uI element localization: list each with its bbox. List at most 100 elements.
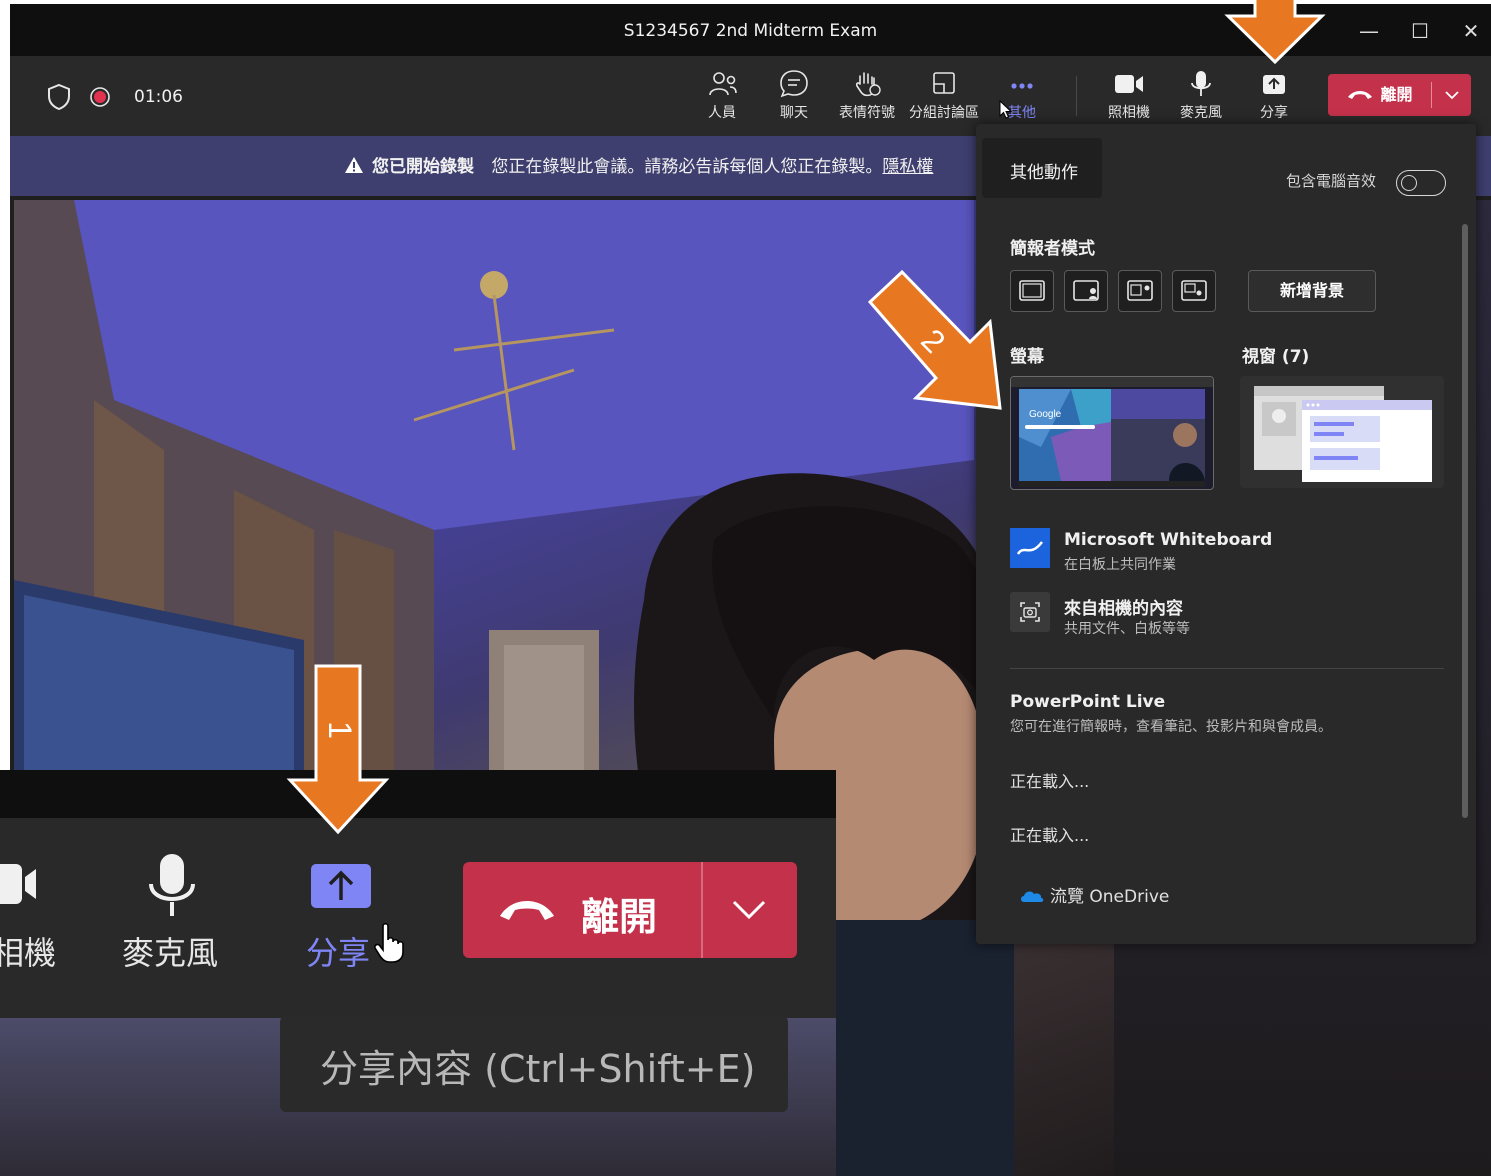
more-button[interactable]: 其他: [986, 68, 1058, 132]
chat-icon: [780, 70, 808, 98]
hang-up-icon: [1348, 91, 1373, 99]
breakout-rooms-label: 分組討論區: [909, 105, 979, 121]
screen-share-thumbnail[interactable]: Google: [1010, 376, 1214, 490]
camera-icon: [1115, 75, 1143, 93]
camera-content-icon: [1010, 592, 1050, 632]
chat-button[interactable]: 聊天: [758, 68, 830, 132]
arrow-to-share-button: [1224, 0, 1326, 65]
whiteboard-subtitle: 在白板上共同作業: [1064, 557, 1176, 573]
chevron-down-icon: [1444, 91, 1459, 100]
people-label: 人員: [708, 105, 736, 121]
people-icon: [709, 72, 737, 96]
whiteboard-title[interactable]: Microsoft Whiteboard: [1064, 530, 1272, 550]
presenter-mode-content-only[interactable]: [1010, 270, 1054, 312]
microphone-button[interactable]: 麥克風: [1165, 68, 1237, 132]
toolbar-divider: [1076, 76, 1077, 116]
recording-icon: [90, 87, 110, 107]
powerpoint-description: 您可在進行簡報時，查看筆記、投影片和與會成員。: [1010, 719, 1332, 735]
chevron-down-icon: [732, 900, 766, 920]
include-audio-toggle[interactable]: [1396, 170, 1446, 196]
onedrive-icon: [1021, 891, 1044, 902]
camera-content-title[interactable]: 來自相機的內容: [1064, 594, 1183, 619]
screen-preview: Google: [1011, 377, 1213, 487]
loading-item: 正在載入...: [1010, 826, 1090, 845]
leave-options-button[interactable]: [1432, 74, 1471, 116]
share-icon: [1263, 75, 1285, 94]
panel-scrollbar[interactable]: [1462, 224, 1468, 818]
standout-icon: [1073, 280, 1099, 301]
browse-onedrive-link[interactable]: 流覽 OneDrive: [1020, 882, 1169, 907]
panel-divider: [1010, 668, 1444, 669]
arrow-2-annotation: 2: [867, 269, 1002, 410]
camera-button[interactable]: 照相機: [1093, 68, 1165, 132]
breakout-rooms-button[interactable]: 分組討論區: [904, 68, 984, 132]
include-audio-label: 包含電腦音效: [1286, 172, 1377, 190]
screen-thumb-text: Google: [1029, 409, 1062, 420]
powerpoint-heading: PowerPoint Live: [1010, 692, 1166, 712]
more-label: 其他: [1008, 105, 1036, 121]
mouse-pointer-icon: [999, 100, 1012, 119]
microphone-label: 麥克風: [1180, 105, 1222, 121]
inset-camera-label[interactable]: 相機: [0, 928, 56, 974]
arrow-1-annotation: 1: [286, 664, 390, 835]
warning-icon: [345, 157, 363, 173]
share-label: 分享: [1260, 105, 1288, 121]
inset-leave-button[interactable]: 離開: [463, 862, 797, 958]
banner-title: 您已開始錄製: [372, 157, 474, 177]
share-button[interactable]: 分享: [1238, 68, 1310, 132]
banner-content: 您已開始錄製 您正在錄製此會議。請務必告訴每個人您正在錄製。隱私權: [344, 152, 933, 177]
presenter-mode-heading: 簡報者模式: [1010, 239, 1095, 259]
loading-item: 正在載入...: [1010, 772, 1090, 791]
maximize-button[interactable]: ☐: [1407, 18, 1433, 44]
minimize-button[interactable]: —: [1356, 18, 1382, 44]
toggle-knob: [1401, 175, 1417, 191]
presenter-mode-reporter[interactable]: [1172, 270, 1216, 312]
reactions-button[interactable]: 表情符號: [830, 68, 904, 132]
presenter-mode-standout[interactable]: [1064, 270, 1108, 312]
banner-message: 您正在錄製此會議。請務必告訴每個人您正在錄製。: [491, 157, 883, 177]
camera-content-subtitle: 共用文件、白板等等: [1064, 621, 1190, 637]
privacy-link[interactable]: 隱私權: [882, 157, 933, 177]
presenter-mode-side-by-side[interactable]: [1118, 270, 1162, 312]
camera-label: 照相機: [1108, 105, 1150, 121]
camera-icon: [0, 864, 36, 904]
inset-share-label[interactable]: 分享: [306, 928, 370, 974]
inset-mic-label[interactable]: 麥克風: [122, 928, 218, 974]
more-actions-tooltip: 其他動作: [982, 138, 1102, 198]
window-preview: [1254, 386, 1432, 482]
leave-label: 離開: [1380, 85, 1413, 104]
inset-leave-label: 離開: [581, 895, 658, 939]
screen-heading: 螢幕: [1010, 347, 1044, 367]
new-background-button[interactable]: 新增背景: [1248, 270, 1376, 312]
side-by-side-icon: [1127, 280, 1153, 301]
inset-leave-divider: [701, 862, 703, 958]
people-button[interactable]: 人員: [686, 68, 758, 132]
reporter-icon: [1181, 280, 1207, 301]
shield-icon[interactable]: [46, 83, 72, 111]
raise-hand-icon: [855, 72, 881, 97]
share-shortcut-tooltip-text: 分享內容 (Ctrl+Shift+E): [320, 1047, 756, 1091]
arrow-1-label: 1: [322, 721, 358, 739]
leave-button[interactable]: 離開: [1328, 74, 1471, 116]
window-heading: 視窗 (7): [1242, 347, 1310, 367]
onedrive-label: 流覽 OneDrive: [1050, 887, 1170, 907]
more-actions-tooltip-text: 其他動作: [1010, 163, 1078, 183]
breakout-rooms-icon: [933, 72, 955, 94]
close-button[interactable]: ✕: [1458, 18, 1484, 44]
microphone-icon: [1191, 71, 1211, 96]
share-icon: [311, 864, 371, 908]
whiteboard-icon: [1010, 528, 1050, 568]
inset-titlebar: [0, 770, 836, 818]
meeting-timer: 01:06: [134, 87, 183, 107]
content-only-icon: [1019, 280, 1045, 301]
zoomed-toolbar-inset: 相機 麥克風 分享 離開 分享內容 (Ctrl+Shift+E): [0, 770, 836, 1176]
microphone-icon: [149, 854, 195, 916]
window-share-thumbnail[interactable]: [1240, 376, 1444, 488]
hang-up-icon: [500, 901, 554, 920]
more-icon: [1011, 83, 1033, 89]
share-shortcut-tooltip: 分享內容 (Ctrl+Shift+E): [280, 1016, 788, 1112]
reactions-label: 表情符號: [839, 105, 895, 121]
chat-label: 聊天: [780, 105, 808, 121]
share-panel: 其他動作 包含電腦音效 簡報者模式 新增背景 螢幕 視窗 (7) Google: [976, 124, 1476, 944]
leave-main[interactable]: 離開: [1328, 74, 1431, 116]
